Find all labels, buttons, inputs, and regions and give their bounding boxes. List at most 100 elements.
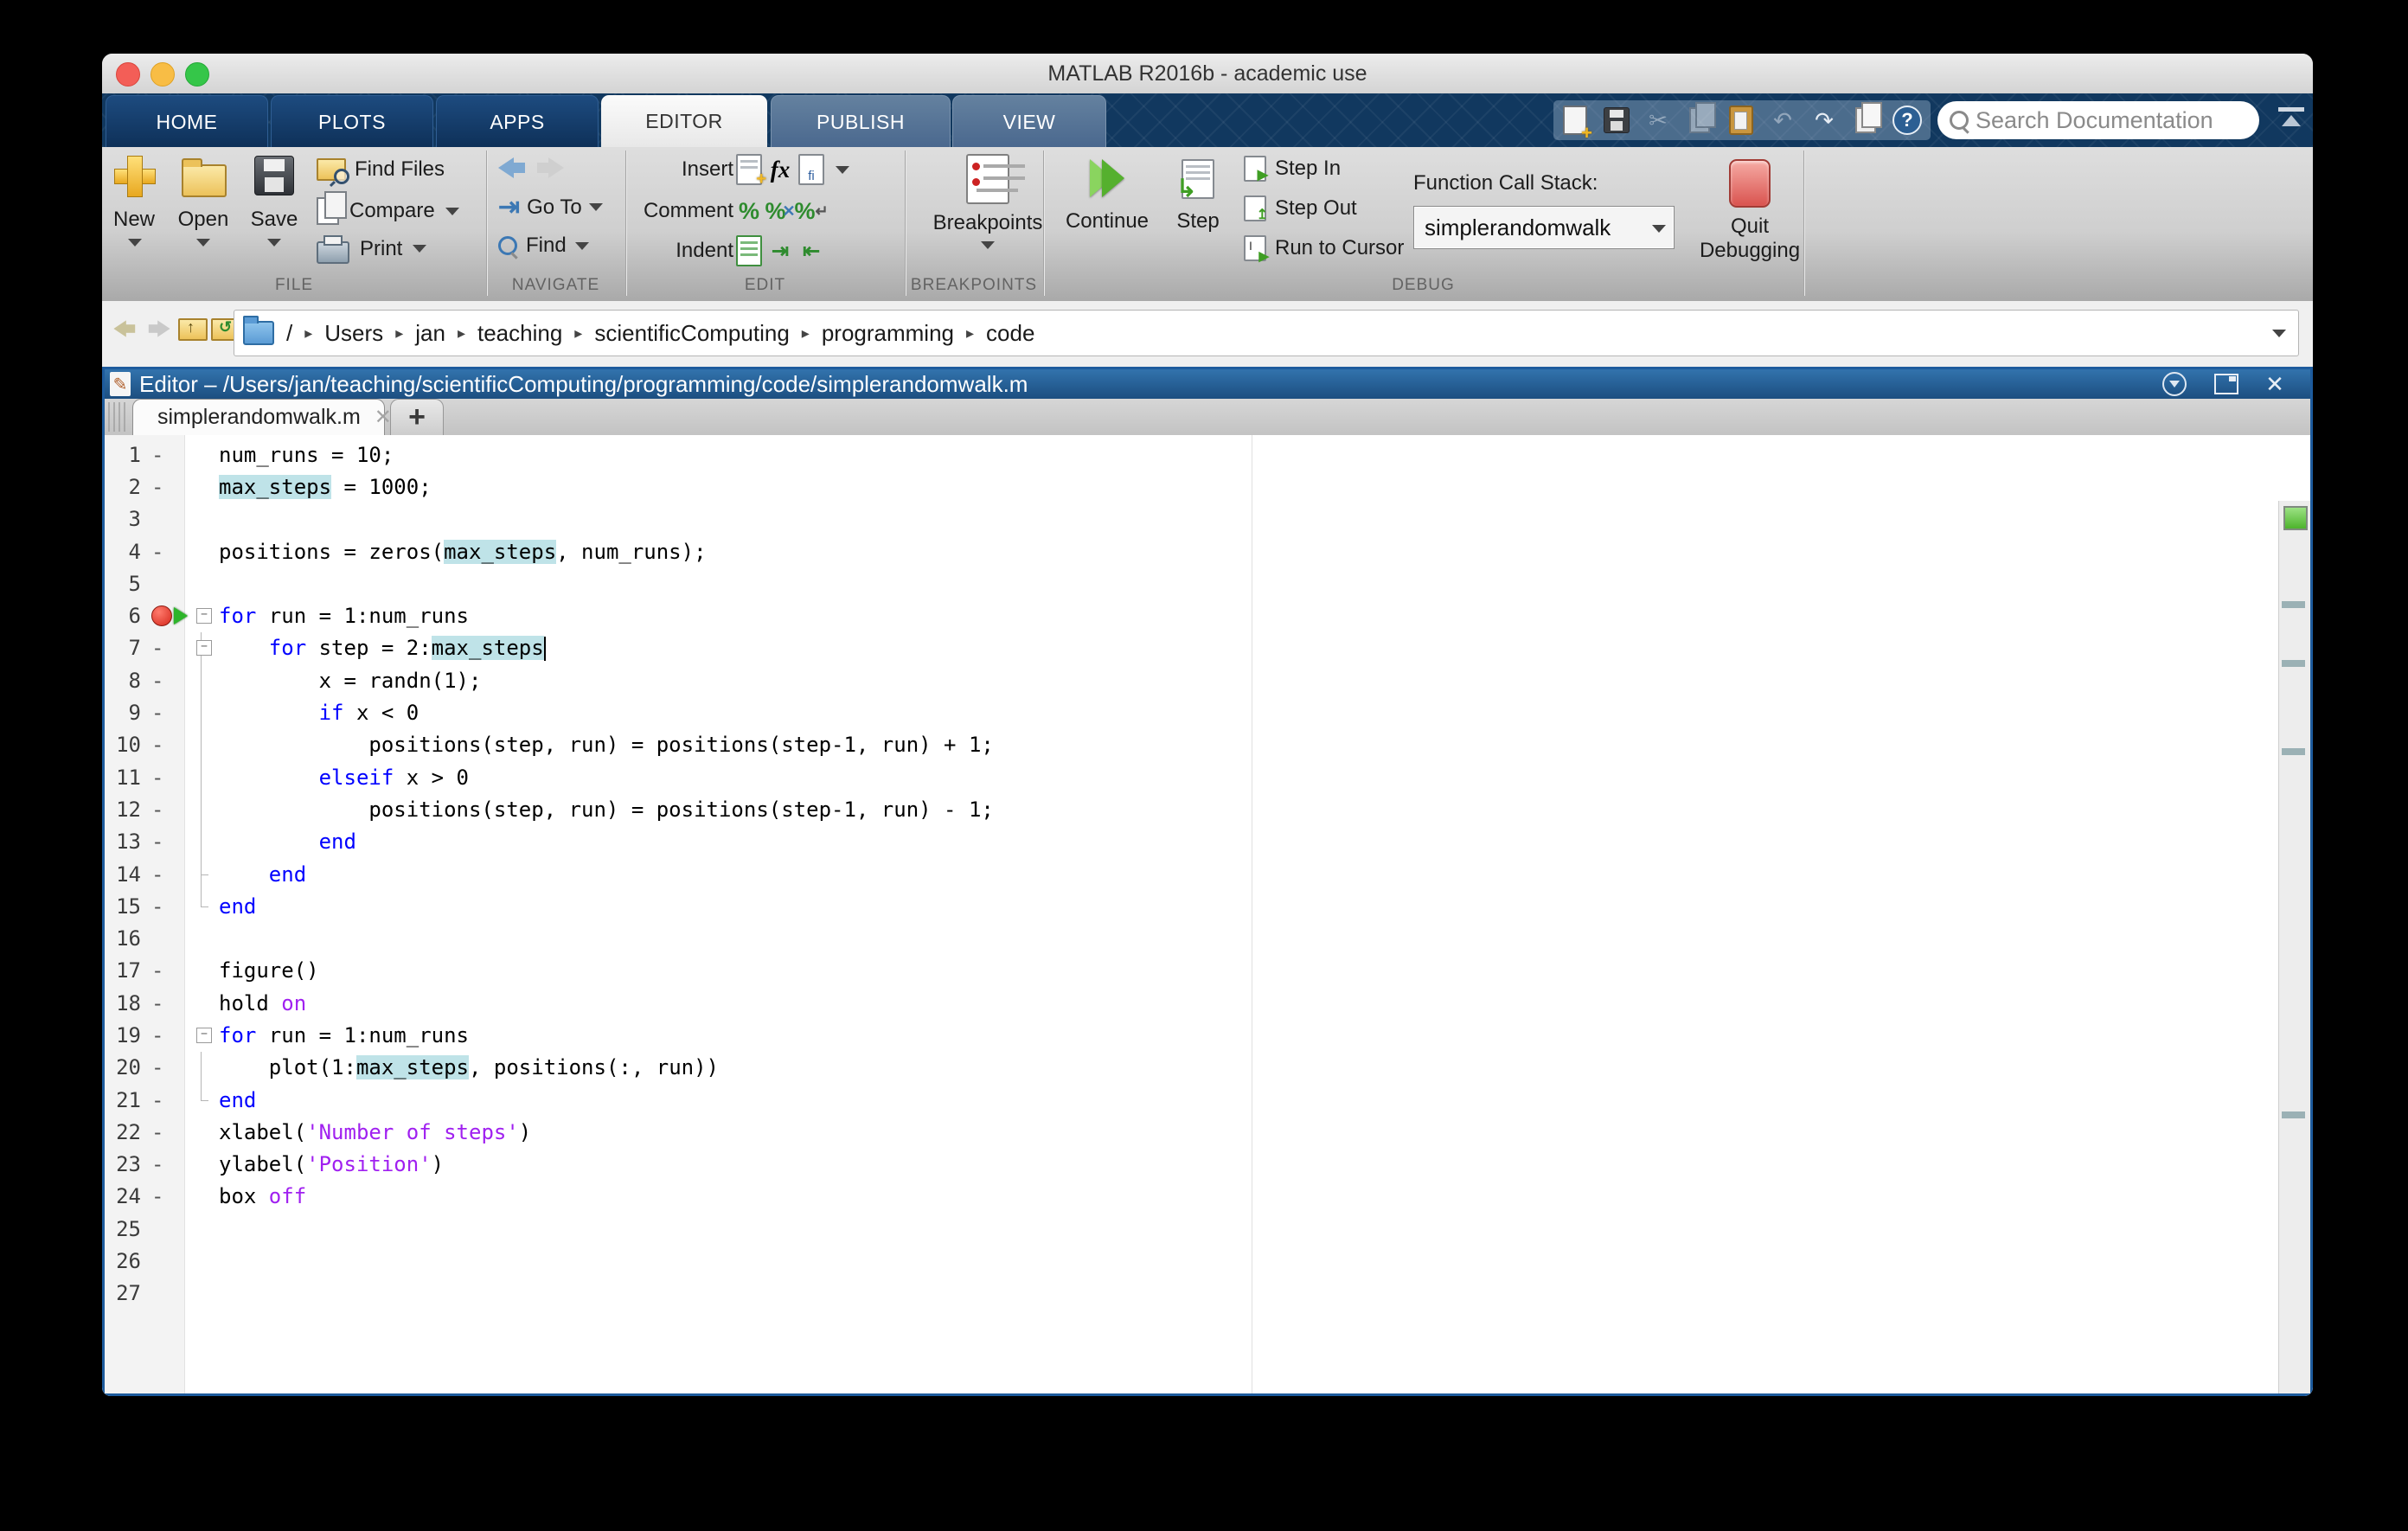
code-line[interactable]: 2-max_steps = 1000;: [105, 471, 2279, 503]
fold-toggle-icon[interactable]: −: [196, 1028, 212, 1043]
continue-button[interactable]: Continue: [1064, 159, 1150, 234]
code-line[interactable]: 22-xlabel('Number of steps'): [105, 1116, 2279, 1148]
execution-marker[interactable]: -: [146, 540, 189, 564]
goto-button[interactable]: ⇥ Go To: [498, 192, 603, 222]
tab-close-icon[interactable]: ✕: [375, 405, 392, 430]
execution-marker[interactable]: -: [146, 1152, 189, 1176]
insert-fx-icon[interactable]: fx: [765, 154, 796, 185]
execution-marker[interactable]: -: [146, 862, 189, 887]
code-line[interactable]: 25: [105, 1213, 2279, 1245]
code-line[interactable]: 4-positions = zeros(max_steps, num_runs)…: [105, 535, 2279, 567]
indent-right-icon[interactable]: ⇥: [765, 235, 796, 266]
fold-toggle-icon[interactable]: −: [196, 608, 212, 624]
execution-marker[interactable]: -: [146, 1088, 189, 1112]
paste-icon[interactable]: [1725, 105, 1758, 136]
message-indicator-bar[interactable]: [2278, 501, 2310, 1393]
breakpoint-marker[interactable]: [146, 605, 189, 626]
execution-marker[interactable]: -: [146, 798, 189, 822]
code-line[interactable]: 19-−for run = 1:num_runs: [105, 1019, 2279, 1051]
code-line[interactable]: 16: [105, 922, 2279, 954]
code-line[interactable]: 8- x = randn(1);: [105, 664, 2279, 696]
execution-marker[interactable]: -: [146, 701, 189, 725]
fold-toggle-icon[interactable]: −: [196, 640, 212, 656]
code-line[interactable]: 27: [105, 1278, 2279, 1310]
editor-menu-icon[interactable]: [2160, 372, 2189, 396]
print-button[interactable]: Print: [317, 234, 426, 264]
open-button[interactable]: Open: [182, 156, 227, 197]
usage-mark[interactable]: [2282, 1111, 2305, 1118]
undo-icon[interactable]: ↶: [1766, 105, 1799, 136]
breadcrumb-segment[interactable]: Users: [324, 320, 383, 347]
step-out-button[interactable]: ↥ Step Out: [1244, 195, 1357, 221]
execution-marker[interactable]: -: [146, 958, 189, 983]
execution-marker[interactable]: -: [146, 991, 189, 1015]
smart-indent-icon[interactable]: [733, 235, 765, 266]
breadcrumb-segment[interactable]: /: [286, 320, 292, 347]
fold-column[interactable]: −: [189, 640, 219, 656]
close-icon[interactable]: ✕: [2260, 372, 2290, 396]
find-files-button[interactable]: Find Files: [317, 157, 445, 182]
execution-marker[interactable]: -: [146, 475, 189, 499]
tab-editor[interactable]: EDITOR: [601, 95, 767, 147]
help-icon[interactable]: ?: [1891, 105, 1924, 136]
usage-mark[interactable]: [2282, 748, 2305, 755]
copy-icon[interactable]: [1683, 105, 1716, 136]
code-editor[interactable]: 1-num_runs = 10;2-max_steps = 1000;34-po…: [105, 435, 2310, 1393]
forward-icon[interactable]: [146, 320, 170, 336]
new-script-icon[interactable]: +: [1559, 105, 1591, 136]
code-line[interactable]: 5: [105, 567, 2279, 599]
folder-up-icon[interactable]: ↑: [178, 318, 208, 341]
execution-marker[interactable]: -: [146, 766, 189, 790]
code-line[interactable]: 18-hold on: [105, 987, 2279, 1019]
breakpoints-button[interactable]: Breakpoints: [932, 154, 1043, 251]
execution-marker[interactable]: -: [146, 669, 189, 693]
step-in-button[interactable]: ▶ Step In: [1244, 156, 1341, 182]
breadcrumb-segment[interactable]: teaching: [477, 320, 562, 347]
undock-icon[interactable]: [2212, 372, 2241, 396]
breadcrumb-segment[interactable]: programming: [822, 320, 954, 347]
execution-marker[interactable]: -: [146, 1184, 189, 1208]
execution-marker[interactable]: -: [146, 1023, 189, 1047]
code-line[interactable]: 9- if x < 0: [105, 696, 2279, 728]
tab-home[interactable]: HOME: [106, 95, 268, 148]
fold-column[interactable]: −: [189, 608, 219, 624]
code-line[interactable]: 3: [105, 503, 2279, 535]
code-line[interactable]: 12- positions(step, run) = positions(ste…: [105, 793, 2279, 825]
execution-marker[interactable]: -: [146, 1055, 189, 1079]
code-line[interactable]: 10- positions(step, run) = positions(ste…: [105, 729, 2279, 761]
back-icon[interactable]: [113, 320, 137, 336]
code-line[interactable]: 23-ylabel('Position'): [105, 1149, 2279, 1181]
new-tab-button[interactable]: +: [390, 399, 444, 435]
tab-plots[interactable]: PLOTS: [271, 95, 433, 148]
new-button[interactable]: New: [114, 156, 154, 195]
code-line[interactable]: 20- plot(1:max_steps, positions(:, run)): [105, 1052, 2279, 1084]
code-line[interactable]: 14- end: [105, 858, 2279, 890]
code-line[interactable]: 13- end: [105, 826, 2279, 858]
code-line[interactable]: 15-end: [105, 890, 2279, 922]
breadcrumb-segment[interactable]: scientificComputing: [594, 320, 789, 347]
code-line[interactable]: 17-figure(): [105, 955, 2279, 987]
forward-icon[interactable]: [535, 157, 564, 178]
execution-marker[interactable]: -: [146, 830, 189, 854]
cut-icon[interactable]: ✂: [1642, 105, 1675, 136]
code-analyzer-indicator[interactable]: [2283, 506, 2308, 530]
code-line[interactable]: 7-− for step = 2:max_steps: [105, 632, 2279, 664]
tab-publish[interactable]: PUBLISH: [771, 95, 951, 148]
save-icon[interactable]: [1600, 105, 1633, 136]
code-line[interactable]: 24-box off: [105, 1181, 2279, 1213]
quit-debugging-button[interactable]: Quit Debugging: [1698, 159, 1802, 263]
tab-view[interactable]: VIEW: [952, 95, 1106, 148]
code-line[interactable]: 11- elseif x > 0: [105, 761, 2279, 793]
indent-left-icon[interactable]: ⇤: [796, 235, 827, 266]
minimize-ribbon-icon[interactable]: [2278, 107, 2304, 131]
find-button[interactable]: Find: [498, 234, 589, 258]
execution-marker[interactable]: -: [146, 443, 189, 467]
search-documentation-input[interactable]: Search Documentation: [1937, 101, 2259, 139]
redo-icon[interactable]: ↷: [1808, 105, 1841, 136]
execution-marker[interactable]: -: [146, 894, 189, 919]
comment-icon[interactable]: %: [733, 195, 765, 227]
function-call-stack-dropdown[interactable]: simplerandomwalk: [1413, 206, 1675, 249]
tab-simplerandomwalk[interactable]: simplerandomwalk.m ✕: [132, 399, 385, 435]
execution-marker[interactable]: -: [146, 636, 189, 660]
code-line[interactable]: 26: [105, 1245, 2279, 1277]
